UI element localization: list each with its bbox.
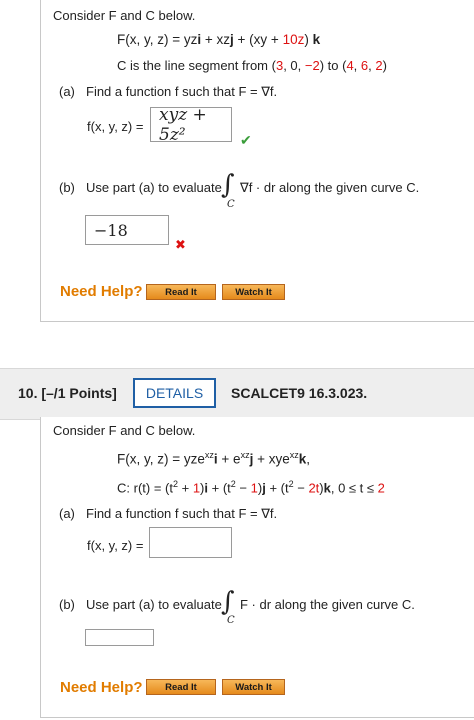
exp-2: xz	[240, 450, 250, 460]
part-b-text1-9: Use part (a) to evaluate	[86, 180, 222, 195]
curve10-range: , 0 ≤ t ≤	[330, 480, 378, 496]
f-answer-field-10[interactable]	[149, 527, 232, 558]
vector-field-10: F(x, y, z) = yzexzi + exzj + xyexzk,	[117, 450, 310, 467]
field-prefix: F(x, y, z) = yz	[117, 32, 198, 47]
part-b-text2-10: F · dr along the given curve C.	[240, 597, 415, 612]
part-b-text1-10: Use part (a) to evaluate	[86, 597, 222, 612]
curve-text3: )	[382, 58, 387, 73]
upper-bound: 2	[377, 480, 385, 496]
vector-field-9: F(x, y, z) = yzi + xzj + (xy + 10z) k	[117, 32, 320, 47]
coef-1a: 1	[192, 480, 201, 496]
problem-code: SCALCET9 16.3.023.	[231, 385, 368, 401]
problem-10-panel: Consider F and C below. F(x, y, z) = yze…	[40, 417, 474, 718]
curve10-g: + (t	[265, 480, 289, 496]
part-a-text-9: Find a function f such that F = ∇f.	[86, 84, 278, 99]
exp-3: xz	[289, 450, 299, 460]
field10-a: F(x, y, z) = yze	[117, 451, 205, 467]
part-b-label-9: (b)	[59, 180, 75, 195]
points-label: [–/1 Points]	[41, 385, 117, 401]
field10-b: + e	[217, 451, 241, 467]
field-mid3: )	[304, 32, 313, 47]
part-b-label-10: (b)	[59, 597, 75, 612]
f-answer-value: xyz + 5z²	[159, 104, 207, 145]
field10-c: + xye	[253, 451, 290, 467]
curve10-d: + (t	[208, 480, 231, 496]
problem-number: 10. [–/1 Points]	[18, 385, 117, 401]
cross-icon: ✖	[175, 237, 186, 252]
integral-icon: ∫	[221, 170, 235, 200]
curve-10: C: r(t) = (t2 + 1)i + (t2 − 1)j + (t2 − …	[117, 479, 385, 495]
curve-text1: C is the line segment from (	[117, 58, 276, 73]
coef-1b: 1	[250, 480, 258, 496]
curve-text2: ) to (	[319, 58, 347, 73]
field-mid1: + xz	[201, 32, 231, 47]
problem-9-panel: Consider F and C below. F(x, y, z) = yzi…	[40, 0, 474, 322]
watch-it-button-9[interactable]: Watch It	[222, 284, 285, 300]
part-b-text2-9: ∇f · dr along the given curve C.	[240, 180, 420, 195]
problem-number-text: 10.	[18, 385, 38, 401]
curve-p2b: ,	[353, 58, 361, 73]
coef-10z: 10z	[282, 32, 305, 47]
curve10-b: +	[177, 480, 193, 496]
problem-10-intro: Consider F and C below.	[53, 423, 196, 438]
curve-p1b: , 0,	[283, 58, 305, 73]
b-answer-value: −18	[94, 220, 128, 240]
f-label-10: f(x, y, z) =	[87, 538, 144, 553]
intro-text: Consider F and C below.	[53, 8, 196, 23]
read-it-button-10[interactable]: Read It	[146, 679, 216, 695]
b-answer-field-9[interactable]: −18	[85, 215, 169, 245]
b-answer-field-10[interactable]	[85, 629, 154, 646]
need-help-label-9: Need Help?	[60, 283, 143, 300]
unit-k: k	[312, 32, 321, 47]
need-help-label-10: Need Help?	[60, 679, 143, 696]
field-mid2: + (xy +	[233, 32, 283, 47]
check-icon: ✔	[240, 132, 252, 148]
f-answer-field-9[interactable]: xyz + 5z²	[150, 104, 232, 145]
curve10-e: −	[235, 480, 251, 496]
details-button[interactable]: DETAILS	[133, 378, 216, 408]
point-2-x: 4	[346, 58, 354, 73]
point-2-z: 2	[375, 58, 383, 73]
read-it-button-9[interactable]: Read It	[146, 284, 216, 300]
part-a-label-9: (a)	[59, 84, 75, 99]
field10-end: ,	[306, 451, 311, 467]
integral-sub-c: C	[227, 199, 235, 210]
watch-it-button-10[interactable]: Watch It	[222, 679, 285, 695]
curve-9: C is the line segment from (3, 0, −2) to…	[117, 58, 387, 73]
problem-9-intro: Consider F and C below.	[53, 8, 195, 23]
integral-sub-c-10: C	[227, 615, 235, 626]
point-1-z: −2	[304, 58, 320, 73]
unit-k-curve: k	[323, 480, 331, 496]
coef-2t: 2t	[308, 480, 320, 496]
part-a-text-10: Find a function f such that F = ∇f.	[86, 506, 278, 521]
curve10-h: −	[293, 480, 309, 496]
part-a-label-10: (a)	[59, 506, 75, 521]
f-label-9: f(x, y, z) =	[87, 119, 144, 134]
exp-1: xz	[204, 450, 214, 460]
problem-10-header: 10. [–/1 Points] DETAILS SCALCET9 16.3.0…	[0, 368, 474, 420]
integral-icon-10: ∫	[221, 587, 235, 617]
curve10-a: C: r(t) = (t	[117, 480, 173, 496]
